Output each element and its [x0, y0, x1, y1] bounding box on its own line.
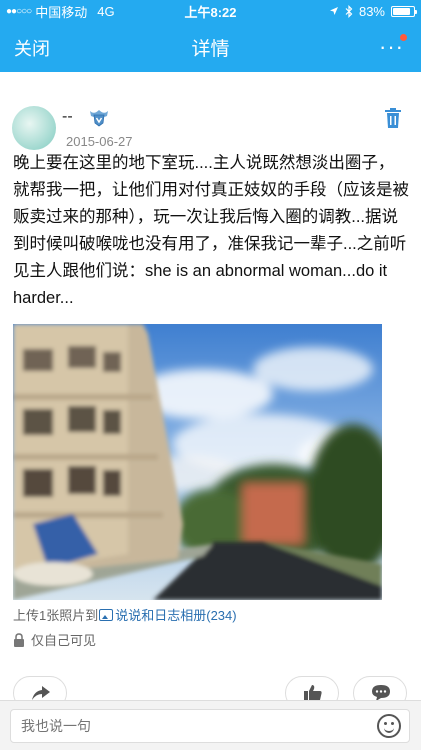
- upload-prefix: 上传1张照片到: [13, 608, 99, 623]
- page-title: 详情: [191, 39, 230, 60]
- share-button[interactable]: [13, 676, 67, 700]
- comment-input[interactable]: [10, 709, 410, 743]
- post-date: 2015-06-27: [66, 134, 133, 149]
- more-button[interactable]: ···: [375, 30, 407, 62]
- battery-percent: 83%: [358, 3, 385, 19]
- album-icon: [99, 608, 114, 621]
- notification-dot: [400, 34, 407, 41]
- vip-badge-icon[interactable]: [88, 106, 110, 128]
- location-icon: [329, 7, 338, 15]
- post-photo[interactable]: [13, 324, 382, 600]
- comment-bubble-icon: [372, 685, 390, 700]
- share-arrow-icon: [32, 686, 50, 700]
- emoji-icon[interactable]: [377, 714, 401, 738]
- nav-bar: 关闭 详情 ···: [0, 22, 421, 72]
- status-time: 上午8:22: [184, 4, 237, 20]
- more-dots-icon: ···: [379, 34, 404, 59]
- privacy-label: 仅自己可见: [31, 633, 97, 648]
- carrier-label: 中国移动: [35, 4, 88, 20]
- post-text: 晚上要在这里的地下室玩....主人说既然想淡出圈子，就帮我一把，让他们用对付真正…: [13, 154, 409, 307]
- comment-button[interactable]: [353, 676, 407, 700]
- post-card: -- 2015-06-27 晚上要在这里的地下室玩....主人说既然想淡出圈子，…: [0, 72, 421, 700]
- network-label: 4G: [97, 3, 115, 19]
- avatar[interactable]: [12, 106, 56, 150]
- album-link-label: 说说和日志相册(234): [115, 608, 237, 623]
- privacy-info: 仅自己可见: [13, 630, 96, 649]
- upload-info: 上传1张照片到 说说和日志相册(234): [13, 605, 237, 624]
- trash-icon[interactable]: [385, 108, 401, 128]
- signal-strength-icon: ●●○○○: [6, 5, 32, 17]
- album-link[interactable]: 说说和日志相册(234): [98, 605, 237, 624]
- bluetooth-icon: [345, 4, 353, 18]
- author-name[interactable]: --: [62, 108, 73, 126]
- comment-bar: [0, 700, 421, 750]
- battery-icon: [391, 5, 417, 17]
- lock-icon: [14, 632, 24, 647]
- status-bar: ●●○○○ 中国移动 4G 上午8:22 83%: [0, 0, 421, 22]
- like-button[interactable]: [285, 676, 339, 700]
- thumbs-up-icon: [304, 685, 322, 700]
